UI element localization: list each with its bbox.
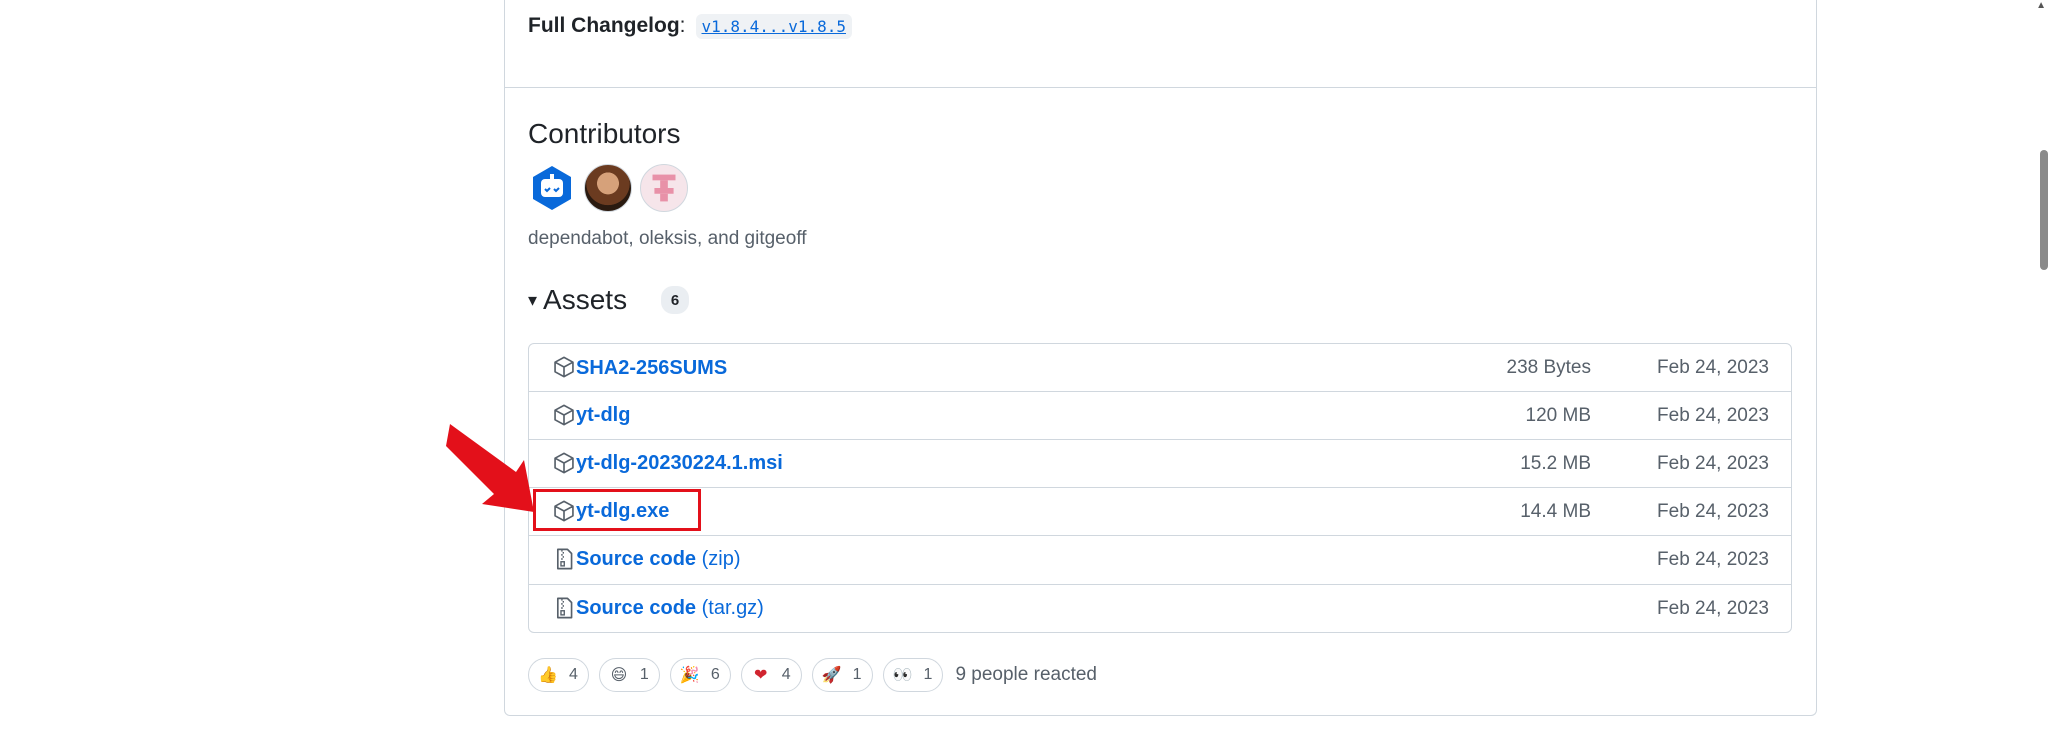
section-divider xyxy=(505,87,1816,88)
hooray-icon: 🎉 xyxy=(679,667,700,684)
reaction-count: 1 xyxy=(852,666,862,683)
asset-row: yt-dlg.exe 14.4 MB Feb 24, 2023 xyxy=(529,487,1791,535)
asset-date: Feb 24, 2023 xyxy=(1657,452,1769,474)
package-icon xyxy=(554,404,574,426)
asset-row: yt-dlg-20230224.1.msi 15.2 MB Feb 24, 20… xyxy=(529,439,1791,487)
asset-date: Feb 24, 2023 xyxy=(1657,357,1769,378)
rocket-icon: 🚀 xyxy=(821,667,842,684)
assets-list: SHA2-256SUMS 238 Bytes Feb 24, 2023 yt-d… xyxy=(528,343,1792,633)
asset-link[interactable]: yt-dlg-20230224.1.msi xyxy=(576,452,783,475)
reaction-laugh[interactable]: 😄 1 xyxy=(598,658,660,692)
contributors-heading: Contributors xyxy=(528,118,681,149)
avatar-gitgeoff[interactable] xyxy=(640,164,688,212)
identicon-icon xyxy=(652,174,676,202)
changelog-label: Full Changelog xyxy=(528,14,680,37)
asset-size: 15.2 MB xyxy=(1520,452,1591,474)
compare-link[interactable]: v1.8.4...v1.8.5 xyxy=(695,13,852,39)
heart-icon: ❤ xyxy=(754,667,768,684)
contributor-avatars xyxy=(528,164,688,212)
asset-name: yt-dlg xyxy=(576,404,631,426)
reaction-rocket[interactable]: 🚀 1 xyxy=(811,658,873,692)
asset-date: Feb 24, 2023 xyxy=(1657,404,1769,426)
triangle-down-icon: ▾ xyxy=(528,289,538,310)
asset-size: 14.4 MB xyxy=(1520,500,1591,522)
scrollbar[interactable]: ▲ xyxy=(2036,0,2048,756)
asset-row: SHA2-256SUMS 238 Bytes Feb 24, 2023 xyxy=(529,344,1791,392)
reaction-count: 1 xyxy=(923,666,933,683)
changelog-colon: : xyxy=(679,14,686,37)
assets-count-badge: 6 xyxy=(661,286,690,314)
asset-size: 120 MB xyxy=(1525,404,1591,426)
full-changelog: Full Changelog: v1.8.4...v1.8.5 xyxy=(528,12,852,40)
asset-row: Source code (tar.gz) Feb 24, 2023 xyxy=(529,584,1791,632)
highlight-box xyxy=(533,489,701,531)
asset-link[interactable]: yt-dlg xyxy=(576,404,630,427)
reaction-hooray[interactable]: 🎉 6 xyxy=(669,658,731,692)
package-icon xyxy=(554,356,574,378)
asset-row: yt-dlg 120 MB Feb 24, 2023 xyxy=(529,391,1791,439)
reactions-summary: 9 people reacted xyxy=(955,664,1097,685)
red-arrow-icon xyxy=(446,424,534,512)
asset-date: Feb 24, 2023 xyxy=(1657,500,1769,522)
asset-date: Feb 24, 2023 xyxy=(1657,548,1769,570)
avatar-dependabot[interactable] xyxy=(528,164,576,212)
file-zip-icon xyxy=(556,597,573,619)
package-icon xyxy=(554,452,574,474)
reaction-heart[interactable]: ❤ 4 xyxy=(740,658,802,692)
avatar-oleksis[interactable] xyxy=(584,164,632,212)
asset-name: Source code xyxy=(576,597,697,619)
assets-heading: Assets xyxy=(543,284,628,315)
asset-size: 238 Bytes xyxy=(1506,357,1592,378)
asset-name: yt-dlg-20230224.1.msi xyxy=(576,452,783,474)
asset-link[interactable]: Source code (tar.gz) xyxy=(576,597,764,620)
reaction-count: 6 xyxy=(710,666,720,683)
reaction-count: 1 xyxy=(639,666,649,683)
reaction-count: 4 xyxy=(569,666,578,683)
contributor-names: dependabot, oleksis, and gitgeoff xyxy=(528,228,807,249)
asset-link[interactable]: SHA2-256SUMS xyxy=(576,357,727,380)
assets-toggle[interactable]: ▾ Assets 6 xyxy=(528,284,690,316)
asset-suffix: (zip) xyxy=(701,548,741,570)
dependabot-icon xyxy=(533,166,571,210)
laugh-icon: 😄 xyxy=(610,667,628,684)
asset-link[interactable]: Source code (zip) xyxy=(576,548,741,571)
reaction-count: 4 xyxy=(781,666,791,683)
reaction-eyes[interactable]: 👀 1 xyxy=(882,658,944,692)
asset-suffix: (tar.gz) xyxy=(701,597,764,619)
reaction-thumbs-up[interactable]: 👍 4 xyxy=(528,658,589,692)
asset-date: Feb 24, 2023 xyxy=(1657,597,1769,619)
asset-name: SHA2-256SUMS xyxy=(576,356,728,379)
file-zip-icon xyxy=(556,548,573,570)
thumbs-up-icon: 👍 xyxy=(538,667,558,684)
eyes-icon: 👀 xyxy=(892,667,913,684)
scroll-up-icon[interactable]: ▲ xyxy=(2036,0,2046,11)
asset-row: Source code (zip) Feb 24, 2023 xyxy=(529,535,1791,583)
asset-name: Source code xyxy=(576,548,697,570)
reactions-bar: 👍 4 😄 1 🎉 6 ❤ 4 🚀 1 👀 1 9 people reacted xyxy=(528,658,1097,692)
scrollbar-thumb[interactable] xyxy=(2040,150,2048,270)
